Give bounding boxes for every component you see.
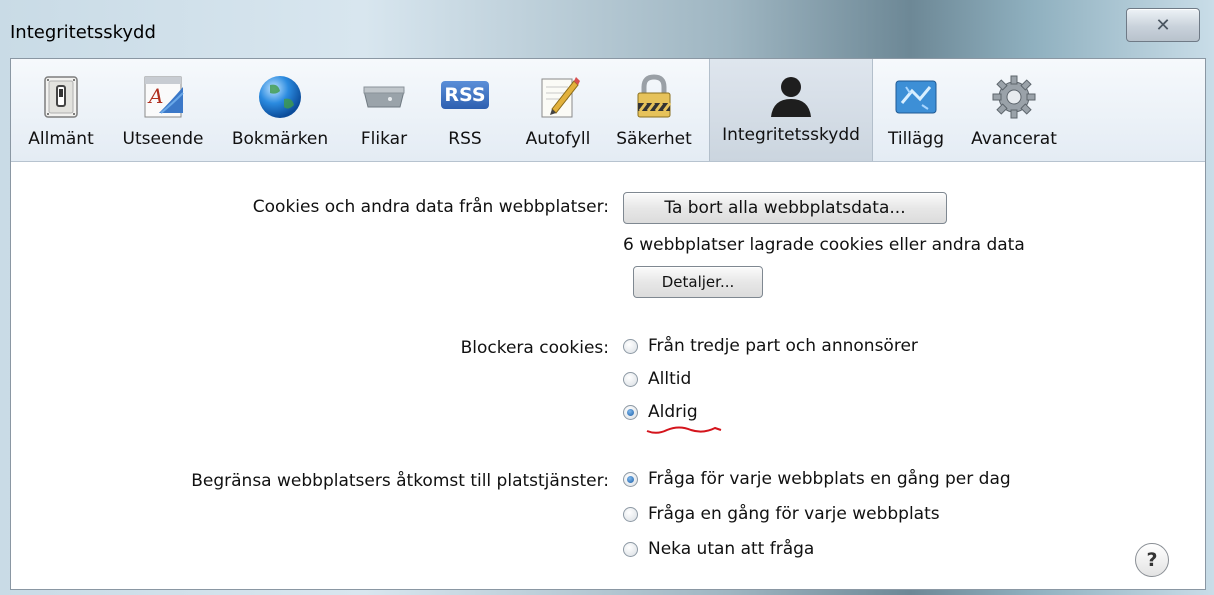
pencil-icon <box>534 73 582 121</box>
block-cookies-label: Blockera cookies: <box>460 338 609 358</box>
radio-ask-daily[interactable]: Fråga för varje webbplats en gång per da… <box>623 469 1011 489</box>
radio-label: Fråga för varje webbplats en gång per da… <box>648 469 1011 489</box>
radio-ask-once[interactable]: Fråga en gång för varje webbplats <box>623 504 940 524</box>
person-icon <box>767 73 815 121</box>
radio-button-selected[interactable] <box>623 404 638 420</box>
cookies-info-text: 6 webbplatser lagrade cookies eller andr… <box>623 235 1025 255</box>
remove-all-website-data-button[interactable]: Ta bort alla webbplatsdata... <box>623 192 947 224</box>
tab-tabs[interactable]: Flikar <box>349 63 419 157</box>
details-button[interactable]: Detaljer... <box>633 266 763 298</box>
font-icon: A <box>139 73 187 121</box>
tab-security[interactable]: Säkerhet <box>609 63 699 157</box>
globe-icon <box>256 73 304 121</box>
svg-text:A: A <box>147 84 163 108</box>
window-title: Integritetsskydd <box>10 22 156 43</box>
radio-label: Alltid <box>648 369 692 389</box>
client-area: Allmänt A Utseende Bokmärken Flikar RSS … <box>10 58 1206 590</box>
radio-button[interactable] <box>623 506 638 522</box>
tab-bookmarks[interactable]: Bokmärken <box>225 63 335 157</box>
radio-deny[interactable]: Neka utan att fråga <box>623 539 814 559</box>
close-button[interactable]: ✕ <box>1126 8 1200 42</box>
tab-label: Säkerhet <box>616 129 692 149</box>
tab-label: Bokmärken <box>231 129 329 149</box>
tab-extensions[interactable]: Tillägg <box>879 63 953 157</box>
tab-label: Avancerat <box>971 129 1057 149</box>
tab-advanced[interactable]: Avancerat <box>963 63 1065 157</box>
radio-label: Från tredje part och annonsörer <box>648 336 918 356</box>
radio-label: Aldrig <box>648 402 698 422</box>
tab-label: Allmänt <box>28 129 94 149</box>
title-bar: Integritetsskydd ✕ <box>0 0 1214 56</box>
radio-label: Neka utan att fråga <box>648 539 815 559</box>
radio-label: Fråga en gång för varje webbplats <box>648 504 940 524</box>
cookies-label: Cookies och andra data från webbplatser: <box>252 197 609 217</box>
radio-never[interactable]: Aldrig <box>623 402 698 422</box>
tab-label: RSS <box>448 129 482 149</box>
tab-general[interactable]: Allmänt <box>15 63 107 157</box>
radio-button[interactable] <box>623 541 638 557</box>
tab-label: Utseende <box>122 129 204 149</box>
lock-icon <box>630 73 678 121</box>
preferences-toolbar: Allmänt A Utseende Bokmärken Flikar RSS … <box>11 59 1205 162</box>
help-button[interactable]: ? <box>1135 543 1169 577</box>
tab-autofill[interactable]: Autofyll <box>515 63 601 157</box>
radio-button[interactable] <box>623 371 638 387</box>
switch-icon <box>37 73 85 121</box>
tabs-icon <box>360 73 408 121</box>
red-underline-annotation <box>646 426 722 434</box>
tab-rss[interactable]: RSS RSS <box>431 63 499 157</box>
close-icon: ✕ <box>1155 14 1171 36</box>
radio-button[interactable] <box>623 338 638 354</box>
tab-label: Flikar <box>360 129 408 149</box>
radio-third-party[interactable]: Från tredje part och annonsörer <box>623 336 918 356</box>
rss-icon: RSS <box>441 73 489 121</box>
tab-label: Tillägg <box>887 129 945 149</box>
tab-privacy[interactable]: Integritetsskydd <box>709 59 873 161</box>
preferences-window: Integritetsskydd ✕ Allmänt A Utseende Bo… <box>0 0 1214 595</box>
tab-label: Integritetsskydd <box>722 125 860 145</box>
rss-badge: RSS <box>441 81 489 109</box>
tab-label: Autofyll <box>525 129 591 149</box>
radio-always[interactable]: Alltid <box>623 369 691 389</box>
radio-button-selected[interactable] <box>623 471 638 487</box>
location-services-label: Begränsa webbplatsers åtkomst till plats… <box>191 471 609 491</box>
tab-appearance[interactable]: A Utseende <box>113 63 213 157</box>
gear-icon <box>990 73 1038 121</box>
puzzle-icon <box>892 73 940 121</box>
